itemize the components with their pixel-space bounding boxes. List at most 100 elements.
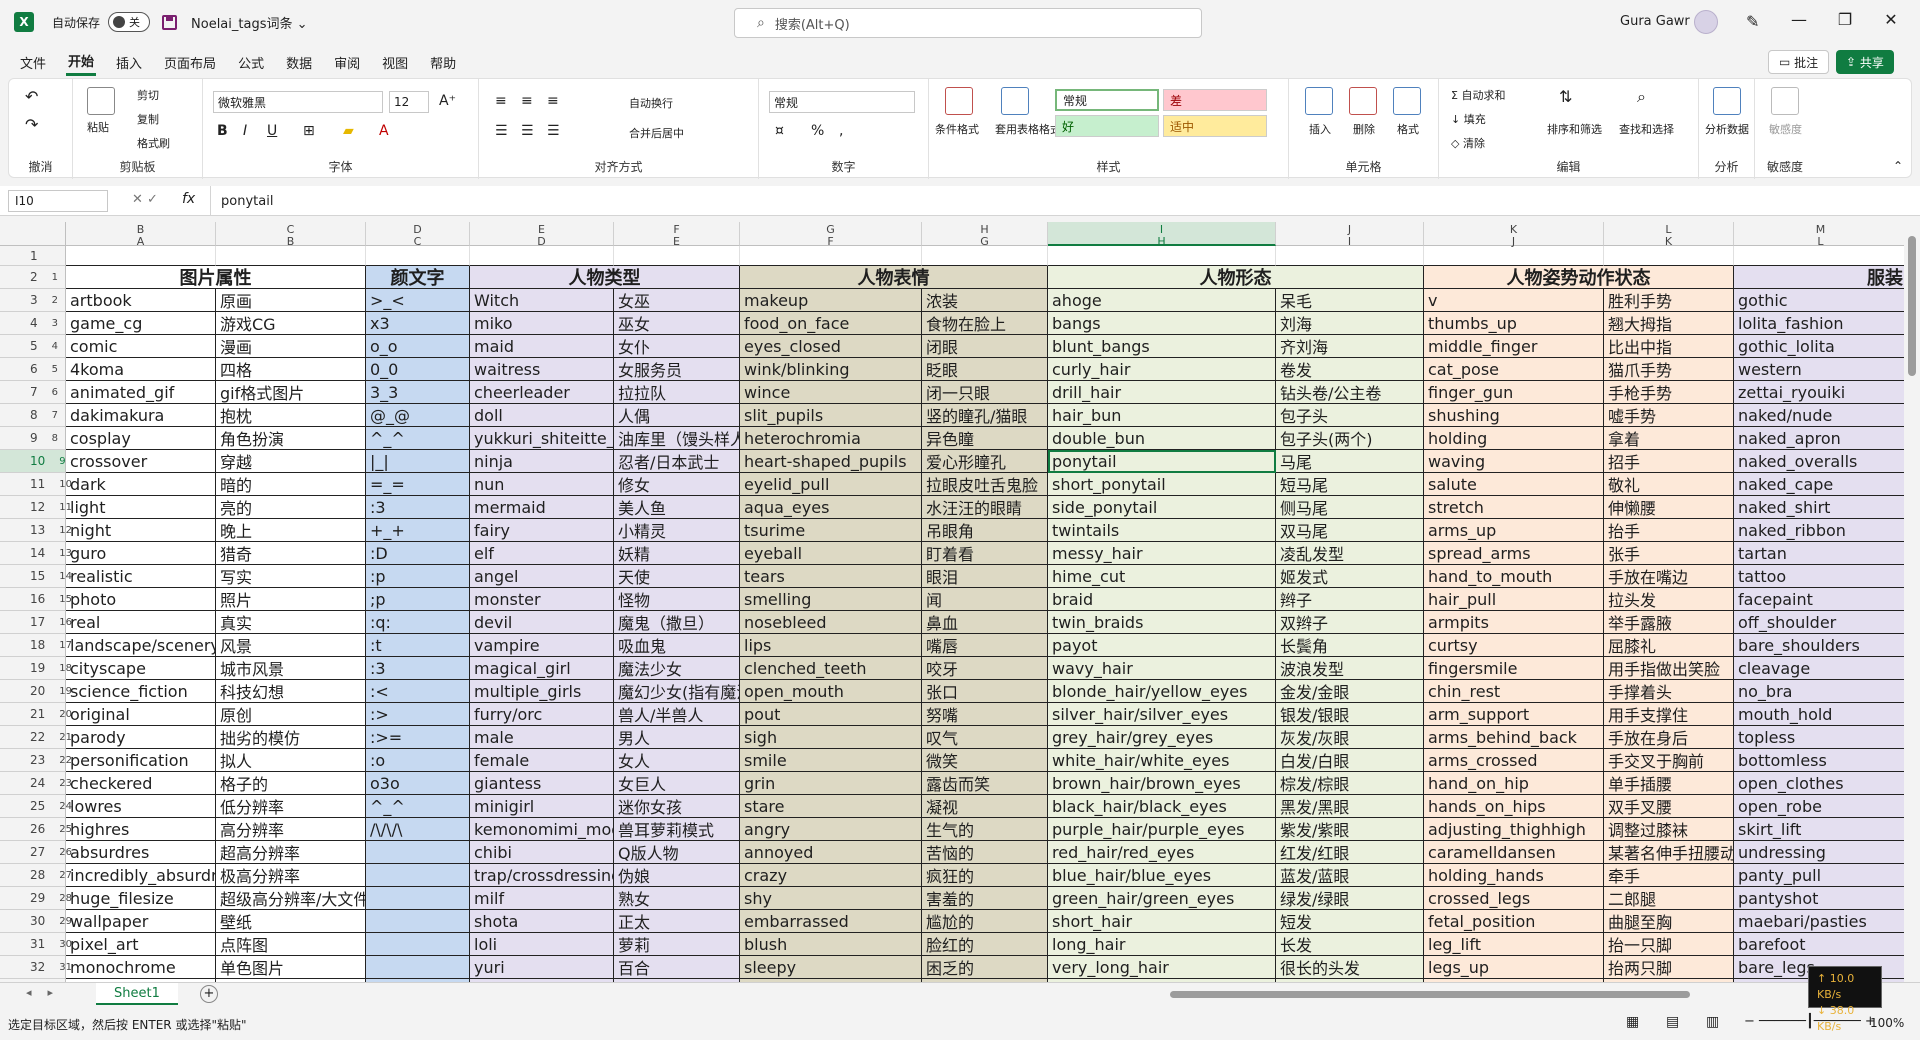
cell[interactable]: 招手 — [1604, 450, 1734, 473]
cell[interactable]: bottomless — [1734, 749, 1908, 772]
avatar[interactable] — [1694, 10, 1718, 34]
cell[interactable]: 波浪发型 — [1276, 657, 1424, 680]
cell[interactable]: facepaint — [1734, 588, 1908, 611]
cell[interactable] — [366, 956, 470, 979]
cell[interactable]: chibi — [470, 841, 614, 864]
cell[interactable]: purple_hair/purple_eyes — [1048, 818, 1276, 841]
row-header[interactable]: 10 9 — [0, 450, 66, 473]
cell[interactable]: open_mouth — [740, 680, 922, 703]
row-header[interactable]: 98 — [0, 427, 66, 450]
find-select-icon[interactable]: ⌕ — [1637, 87, 1646, 107]
cell[interactable]: eyelid_pull — [740, 473, 922, 496]
cell[interactable] — [470, 246, 614, 266]
row-header[interactable]: 12 11 — [0, 496, 72, 519]
cell[interactable]: 异色瞳 — [922, 427, 1048, 450]
cell[interactable]: waving — [1424, 450, 1604, 473]
cell[interactable]: embarrassed — [740, 910, 922, 933]
cell[interactable]: 极高分辨率 — [216, 864, 366, 887]
cell[interactable]: 短发 — [1276, 910, 1424, 933]
row-header[interactable]: 28 27 — [0, 864, 72, 887]
menu-item-8[interactable]: 帮助 — [428, 50, 458, 75]
row-header[interactable]: 43 — [0, 312, 66, 335]
cell[interactable]: 害羞的 — [922, 887, 1048, 910]
cell[interactable]: 包子头 — [1276, 404, 1424, 427]
category-header[interactable]: 人物姿势动作状态 — [1424, 266, 1734, 289]
cell[interactable]: barefoot — [1734, 933, 1908, 956]
cell[interactable]: 蓝发/蓝眼 — [1276, 864, 1424, 887]
cell[interactable]: personification — [66, 749, 216, 772]
sort-filter-icon[interactable]: ⇅ — [1559, 87, 1572, 106]
cell[interactable]: 妖精 — [614, 542, 740, 565]
cell[interactable]: 熟女 — [614, 887, 740, 910]
cell[interactable]: 姬发式 — [1276, 565, 1424, 588]
cell[interactable]: :q: — [366, 611, 470, 634]
currency-icon[interactable]: ¤ — [775, 123, 784, 139]
cell[interactable]: 拟人 — [216, 749, 366, 772]
cell[interactable]: zettai_ryouiki — [1734, 381, 1908, 404]
table-format-icon[interactable] — [1001, 87, 1029, 115]
align-right-icon[interactable]: ☰ — [547, 123, 560, 139]
cell[interactable]: 鼻血 — [922, 611, 1048, 634]
cell[interactable]: 怪物 — [614, 588, 740, 611]
cell[interactable]: 女服务员 — [614, 358, 740, 381]
cell[interactable]: 白发/白眼 — [1276, 749, 1424, 772]
cell[interactable]: cosplay — [66, 427, 216, 450]
cell[interactable]: realistic — [66, 565, 216, 588]
cell[interactable]: 牵手 — [1604, 864, 1734, 887]
cell[interactable]: 闭眼 — [922, 335, 1048, 358]
cell[interactable]: 亮的 — [216, 496, 366, 519]
cell[interactable]: tattoo — [1734, 565, 1908, 588]
cell[interactable]: 四格 — [216, 358, 366, 381]
cell[interactable]: incredibly_absurdres — [66, 864, 216, 887]
cell[interactable]: 原创 — [216, 703, 366, 726]
cell[interactable]: photo — [66, 588, 216, 611]
style-good[interactable]: 好 — [1055, 115, 1159, 137]
cell[interactable]: arms_up — [1424, 519, 1604, 542]
cell[interactable]: 魔法少女 — [614, 657, 740, 680]
cell[interactable]: angel — [470, 565, 614, 588]
row-header[interactable]: 30 29 — [0, 910, 72, 933]
cell[interactable]: 脸红的 — [922, 933, 1048, 956]
row-header[interactable]: 29 28 — [0, 887, 72, 910]
cell[interactable]: green_hair/green_eyes — [1048, 887, 1276, 910]
cell[interactable]: night — [66, 519, 216, 542]
insert-cells-icon[interactable] — [1305, 87, 1333, 115]
cell[interactable]: holding_hands — [1424, 864, 1604, 887]
cell[interactable]: 微笑 — [922, 749, 1048, 772]
insert-cells-button[interactable]: 插入 — [1309, 121, 1331, 137]
cell[interactable]: hime_cut — [1048, 565, 1276, 588]
cell[interactable]: angry — [740, 818, 922, 841]
menu-item-7[interactable]: 视图 — [380, 50, 410, 75]
cell[interactable]: comic — [66, 335, 216, 358]
select-all-corner[interactable] — [0, 222, 66, 246]
column-header-H[interactable]: HG — [922, 222, 1048, 247]
cell[interactable]: kemonomimi_mode — [470, 818, 614, 841]
cell[interactable]: pixel_art — [66, 933, 216, 956]
cell[interactable]: 闭一只眼 — [922, 381, 1048, 404]
cell[interactable]: 真实 — [216, 611, 366, 634]
minimize-icon[interactable]: — — [1784, 10, 1814, 29]
style-neutral[interactable]: 适中 — [1163, 115, 1267, 137]
undo-icon[interactable]: ↶ — [25, 87, 38, 106]
cell[interactable]: 角色扮演 — [216, 427, 366, 450]
cell[interactable]: hand_on_hip — [1424, 772, 1604, 795]
cell[interactable]: 举手露腋 — [1604, 611, 1734, 634]
cell[interactable]: crazy — [740, 864, 922, 887]
cell[interactable]: 手放在嘴边 — [1604, 565, 1734, 588]
merge-center-button[interactable]: 合并后居中 — [629, 125, 684, 141]
analyze-data-icon[interactable] — [1713, 87, 1741, 115]
cell[interactable]: 抱枕 — [216, 404, 366, 427]
column-header-G[interactable]: GF — [740, 222, 922, 247]
row-header[interactable]: 19 18 — [0, 657, 72, 680]
cell[interactable]: 吸血鬼 — [614, 634, 740, 657]
row-header[interactable]: 32 — [0, 289, 66, 312]
cell[interactable]: milf — [470, 887, 614, 910]
cell[interactable]: pantyshot — [1734, 887, 1908, 910]
cell[interactable] — [1048, 246, 1276, 266]
cell[interactable]: 敬礼 — [1604, 473, 1734, 496]
cell[interactable]: 格子的 — [216, 772, 366, 795]
cell[interactable]: 金发/金眼 — [1276, 680, 1424, 703]
wrap-text-button[interactable]: 自动换行 — [629, 95, 673, 111]
cell[interactable]: naked_overalls — [1734, 450, 1908, 473]
cell[interactable]: 黑发/黑眼 — [1276, 795, 1424, 818]
